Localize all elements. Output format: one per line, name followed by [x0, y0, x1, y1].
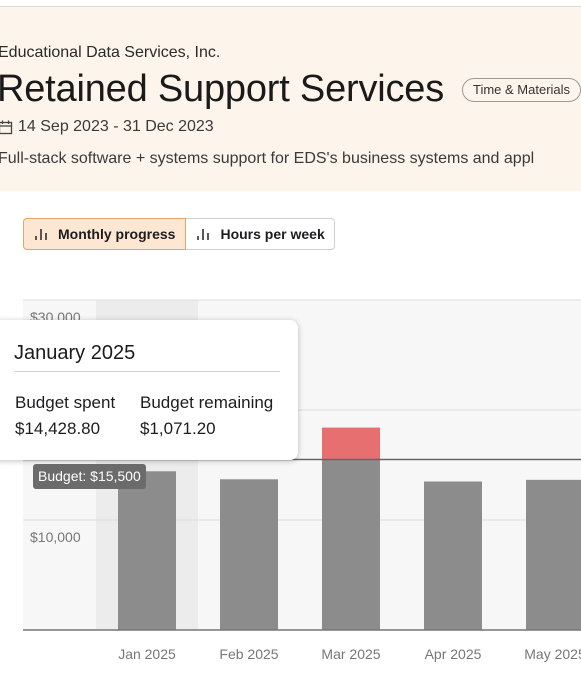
tab-label: Hours per week: [220, 226, 325, 242]
budget-remaining-value: $1,071.20: [140, 419, 216, 438]
date-range: 14 Sep 2023 - 31 Dec 2023: [0, 118, 214, 136]
tab-label: Monthly progress: [58, 226, 176, 242]
bar-chart-icon: [197, 229, 210, 240]
page-title: Retained Support Services: [0, 68, 445, 110]
tooltip-title: January 2025: [14, 342, 136, 364]
company-name: Educational Data Services, Inc.: [0, 44, 221, 61]
project-description: Full-stack software + systems support fo…: [0, 150, 535, 167]
tooltip-divider: [14, 371, 280, 372]
tab-monthly-progress[interactable]: Monthly progress: [23, 218, 187, 250]
budget-spent-label: Budget spent: [15, 393, 116, 412]
tab-hours-per-week[interactable]: Hours per week: [186, 218, 335, 250]
view-tabs: Monthly progress Hours per week: [23, 218, 335, 250]
budget-remaining-label: Budget remaining: [140, 393, 274, 412]
budget-spent-value: $14,428.80: [15, 419, 101, 438]
date-range-text: 14 Sep 2023 - 31 Dec 2023: [18, 118, 214, 135]
bar-chart-icon: [35, 229, 47, 240]
month-tooltip: January 2025 Budget spent $14,428.80 Bud…: [0, 320, 298, 460]
calendar-icon: [0, 120, 13, 134]
billing-type-badge: Time & Materials: [462, 78, 581, 102]
budget-line-label: Budget: $15,500: [33, 464, 146, 489]
